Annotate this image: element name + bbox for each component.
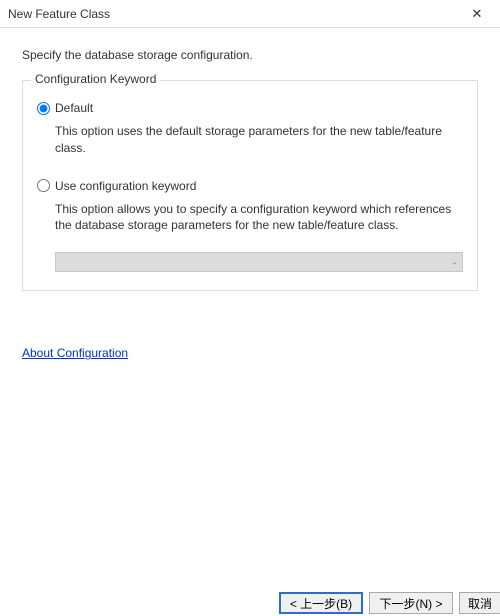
about-configuration-link[interactable]: About Configuration	[22, 346, 128, 360]
radio-default[interactable]	[37, 102, 50, 115]
next-button[interactable]: 下一步(N) >	[369, 592, 453, 614]
default-description: This option uses the default storage par…	[55, 123, 463, 157]
cancel-button[interactable]: 取消	[459, 592, 500, 614]
window-title: New Feature Class	[8, 7, 110, 21]
titlebar: New Feature Class ✕	[0, 0, 500, 28]
radio-custom-label[interactable]: Use configuration keyword	[55, 179, 196, 193]
radio-custom[interactable]	[37, 179, 50, 192]
button-row: < 上一步(B) 下一步(N) > 取消	[279, 592, 500, 614]
close-button[interactable]: ✕	[462, 3, 492, 25]
keyword-combobox[interactable]: ⌄	[55, 252, 463, 272]
radio-custom-row[interactable]: Use configuration keyword	[37, 179, 463, 193]
instruction-text: Specify the database storage configurati…	[22, 48, 478, 62]
fieldset-legend: Configuration Keyword	[31, 72, 160, 86]
config-keyword-fieldset: Configuration Keyword Default This optio…	[22, 80, 478, 291]
chevron-down-icon: ⌄	[451, 258, 458, 267]
dialog-content: Specify the database storage configurati…	[0, 28, 500, 616]
back-button[interactable]: < 上一步(B)	[279, 592, 363, 614]
radio-default-label[interactable]: Default	[55, 101, 93, 115]
radio-default-row[interactable]: Default	[37, 101, 463, 115]
custom-description: This option allows you to specify a conf…	[55, 201, 463, 235]
close-icon: ✕	[472, 6, 483, 22]
